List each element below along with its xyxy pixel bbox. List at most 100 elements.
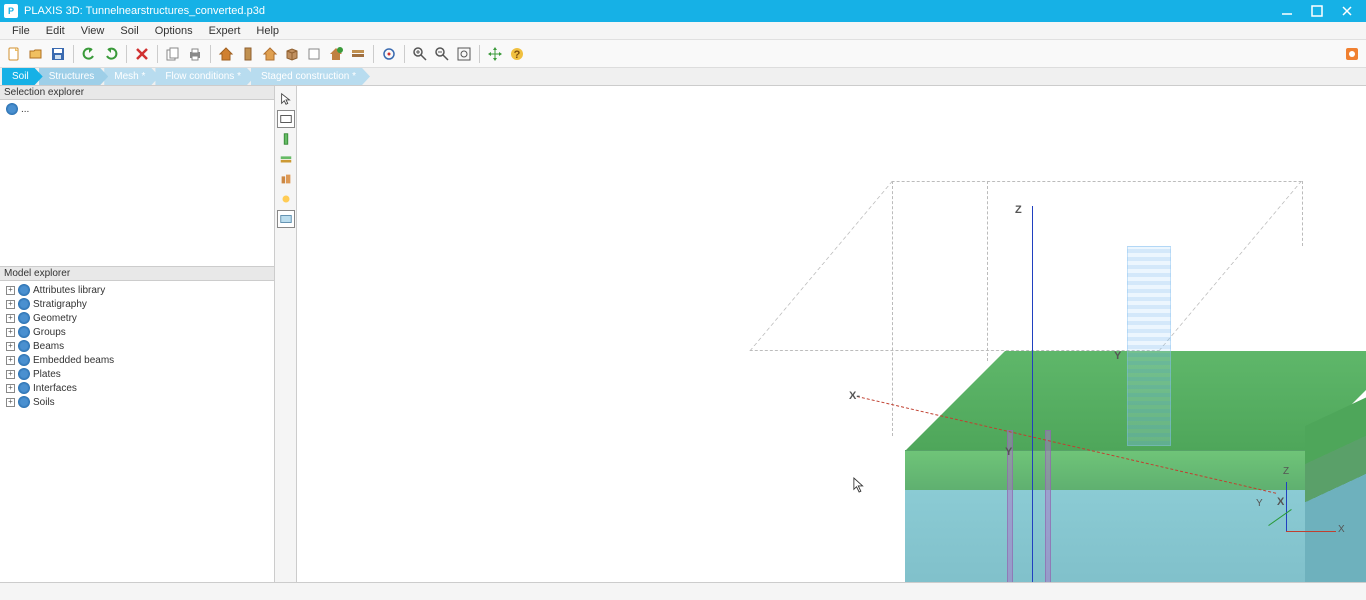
menu-help[interactable]: Help xyxy=(248,25,287,37)
tree-item-beams[interactable]: +Beams xyxy=(4,339,270,353)
axis-z-line xyxy=(1032,206,1033,582)
soil-layer-upper xyxy=(905,450,1305,490)
print-button[interactable] xyxy=(185,44,205,64)
soil-layer-lower xyxy=(905,490,1305,582)
box-button[interactable] xyxy=(282,44,302,64)
model-explorer-header: Model explorer xyxy=(0,267,274,281)
tree-item-geometry[interactable]: +Geometry xyxy=(4,311,270,325)
rectangle-tool[interactable] xyxy=(277,110,295,128)
soil-layer-tool[interactable] xyxy=(277,150,295,168)
document-name: Tunnelnearstructures_converted.p3d xyxy=(86,5,265,17)
globe-icon xyxy=(18,396,30,408)
menu-file[interactable]: File xyxy=(4,25,38,37)
selection-root[interactable]: ... xyxy=(4,102,270,116)
expand-icon[interactable]: + xyxy=(6,300,15,309)
maximize-button[interactable] xyxy=(1302,0,1332,22)
axis-x-neg-label: X- xyxy=(849,390,860,402)
tree-item-interfaces[interactable]: +Interfaces xyxy=(4,381,270,395)
expand-icon[interactable]: + xyxy=(6,328,15,337)
extra-tool[interactable] xyxy=(277,190,295,208)
phase-tabs: Soil Structures Mesh * Flow conditions *… xyxy=(0,68,1366,86)
axis-z-label: Z xyxy=(1015,204,1022,216)
selection-root-label: ... xyxy=(21,104,29,115)
home2-button[interactable] xyxy=(260,44,280,64)
globe-icon xyxy=(18,298,30,310)
statusbar xyxy=(0,582,1366,600)
selection-explorer-header: Selection explorer xyxy=(0,86,274,100)
tree-item-attributes[interactable]: +Attributes library xyxy=(4,283,270,297)
tree-item-embedded-beams[interactable]: +Embedded beams xyxy=(4,353,270,367)
expand-icon[interactable]: + xyxy=(6,370,15,379)
pointer-tool[interactable] xyxy=(277,90,295,108)
viewport-3d[interactable]: Z Z X X- Y Y Z X Y xyxy=(297,86,1366,582)
orientation-triad[interactable]: Z X Y xyxy=(1256,472,1326,542)
menu-view[interactable]: View xyxy=(73,25,113,37)
redo-button[interactable] xyxy=(101,44,121,64)
expand-icon[interactable]: + xyxy=(6,342,15,351)
building-tool[interactable] xyxy=(277,170,295,188)
measure-button[interactable] xyxy=(379,44,399,64)
triad-x: X xyxy=(1338,524,1345,535)
column-button[interactable] xyxy=(238,44,258,64)
phase-tab-staged[interactable]: Staged construction * xyxy=(251,68,370,85)
menu-options[interactable]: Options xyxy=(147,25,201,37)
tree-item-soils[interactable]: +Soils xyxy=(4,395,270,409)
globe-icon xyxy=(18,368,30,380)
menu-edit[interactable]: Edit xyxy=(38,25,73,37)
titlebar: P PLAXIS 3D: Tunnelnearstructures_conver… xyxy=(0,0,1366,22)
app-name: PLAXIS 3D xyxy=(24,5,80,17)
globe-icon xyxy=(6,103,18,115)
layers-button[interactable] xyxy=(348,44,368,64)
globe-icon xyxy=(18,354,30,366)
zoom-out-button[interactable] xyxy=(432,44,452,64)
tower-structure xyxy=(1127,246,1171,446)
cursor-icon xyxy=(853,477,867,493)
panel-button[interactable] xyxy=(304,44,324,64)
tree-item-plates[interactable]: +Plates xyxy=(4,367,270,381)
menu-soil[interactable]: Soil xyxy=(112,25,146,37)
home-button[interactable] xyxy=(216,44,236,64)
copy-button[interactable] xyxy=(163,44,183,64)
zoom-fit-button[interactable] xyxy=(454,44,474,64)
save-button[interactable] xyxy=(48,44,68,64)
tree-item-groups[interactable]: +Groups xyxy=(4,325,270,339)
triad-y: Y xyxy=(1256,498,1263,509)
phase-tab-mesh[interactable]: Mesh * xyxy=(104,68,159,85)
minimize-button[interactable] xyxy=(1272,0,1302,22)
svg-text:?: ? xyxy=(514,49,521,61)
selection-explorer-body[interactable]: ... xyxy=(0,100,274,267)
globe-icon xyxy=(18,326,30,338)
expand-icon[interactable]: + xyxy=(6,356,15,365)
window-title: PLAXIS 3D: Tunnelnearstructures_converte… xyxy=(24,5,265,17)
delete-button[interactable] xyxy=(132,44,152,64)
home3-button[interactable] xyxy=(326,44,346,64)
phase-tab-structures[interactable]: Structures xyxy=(39,68,109,85)
vertical-toolbar xyxy=(275,86,297,582)
main-area: Selection explorer ... Model explorer +A… xyxy=(0,86,1366,582)
new-button[interactable] xyxy=(4,44,24,64)
menu-expert[interactable]: Expert xyxy=(201,25,249,37)
borehole-tool[interactable] xyxy=(277,130,295,148)
menubar: File Edit View Soil Options Expert Help xyxy=(0,22,1366,40)
main-toolbar: ? xyxy=(0,40,1366,68)
structure-pillar xyxy=(1045,430,1051,582)
tree-item-stratigraphy[interactable]: +Stratigraphy xyxy=(4,297,270,311)
axis-y-far-label: Y xyxy=(1114,350,1121,362)
connect-button[interactable] xyxy=(1342,44,1362,64)
left-panel: Selection explorer ... Model explorer +A… xyxy=(0,86,275,582)
help-button[interactable]: ? xyxy=(507,44,527,64)
expand-icon[interactable]: + xyxy=(6,384,15,393)
triad-z: Z xyxy=(1283,466,1289,477)
expand-icon[interactable]: + xyxy=(6,314,15,323)
zoom-in-button[interactable] xyxy=(410,44,430,64)
expand-icon[interactable]: + xyxy=(6,398,15,407)
phase-tab-soil[interactable]: Soil xyxy=(2,68,43,85)
grid-tool[interactable] xyxy=(277,210,295,228)
model-explorer-body[interactable]: +Attributes library +Stratigraphy +Geome… xyxy=(0,281,274,411)
open-button[interactable] xyxy=(26,44,46,64)
phase-tab-flow[interactable]: Flow conditions * xyxy=(155,68,255,85)
move-button[interactable] xyxy=(485,44,505,64)
expand-icon[interactable]: + xyxy=(6,286,15,295)
close-button[interactable] xyxy=(1332,0,1362,22)
undo-button[interactable] xyxy=(79,44,99,64)
